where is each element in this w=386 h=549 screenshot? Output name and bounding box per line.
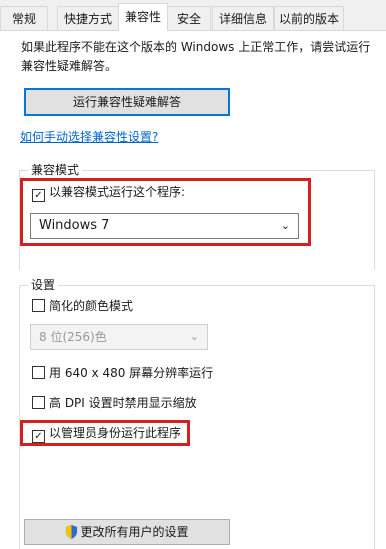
color-depth-value: 8 位(256)色: [39, 330, 107, 344]
compatibility-panel: 如果此程序不能在这个版本的 Windows 上正常工作，请尝试运行兼容性疑难解答…: [0, 30, 386, 549]
intro-text: 如果此程序不能在这个版本的 Windows 上正常工作，请尝试运行兼容性疑难解答…: [21, 40, 371, 73]
chevron-down-icon: ⌄: [189, 330, 199, 343]
high-dpi-label: 高 DPI 设置时禁用显示缩放: [49, 396, 197, 410]
tab-previous-versions[interactable]: 以前的版本: [274, 6, 344, 30]
tab-security[interactable]: 安全: [167, 6, 211, 30]
compat-mode-title: 兼容模式: [28, 161, 83, 178]
run-troubleshooter-button[interactable]: 运行兼容性疑难解答: [24, 88, 230, 116]
reduced-color-row[interactable]: 简化的颜色模式: [32, 297, 133, 315]
shield-icon: [66, 525, 78, 539]
tab-compatibility[interactable]: 兼容性: [118, 3, 168, 31]
change-all-users-button[interactable]: 更改所有用户的设置: [24, 519, 230, 545]
manual-settings-link[interactable]: 如何手动选择兼容性设置?: [20, 128, 158, 145]
res-640-label: 用 640 x 480 屏幕分辨率运行: [49, 366, 214, 380]
color-depth-dropdown[interactable]: 8 位(256)色 ⌄: [30, 324, 208, 350]
tab-general[interactable]: 常规: [0, 6, 48, 30]
tab-shortcut[interactable]: 快捷方式: [57, 6, 119, 30]
reduced-color-checkbox[interactable]: [32, 299, 45, 312]
res-640-row[interactable]: 用 640 x 480 屏幕分辨率运行: [32, 364, 213, 382]
reduced-color-label: 简化的颜色模式: [49, 299, 134, 313]
high-dpi-row[interactable]: 高 DPI 设置时禁用显示缩放: [32, 394, 197, 412]
tab-bar: 常规 快捷方式 兼容性 安全 详细信息 以前的版本: [0, 0, 386, 31]
highlight-compat-box: [20, 178, 311, 246]
highlight-admin-box: [20, 420, 190, 446]
change-all-users-label: 更改所有用户的设置: [80, 525, 189, 539]
high-dpi-checkbox[interactable]: [32, 396, 45, 409]
settings-title: 设置: [28, 276, 59, 293]
tab-details[interactable]: 详细信息: [212, 6, 274, 30]
res-640-checkbox[interactable]: [32, 366, 45, 379]
